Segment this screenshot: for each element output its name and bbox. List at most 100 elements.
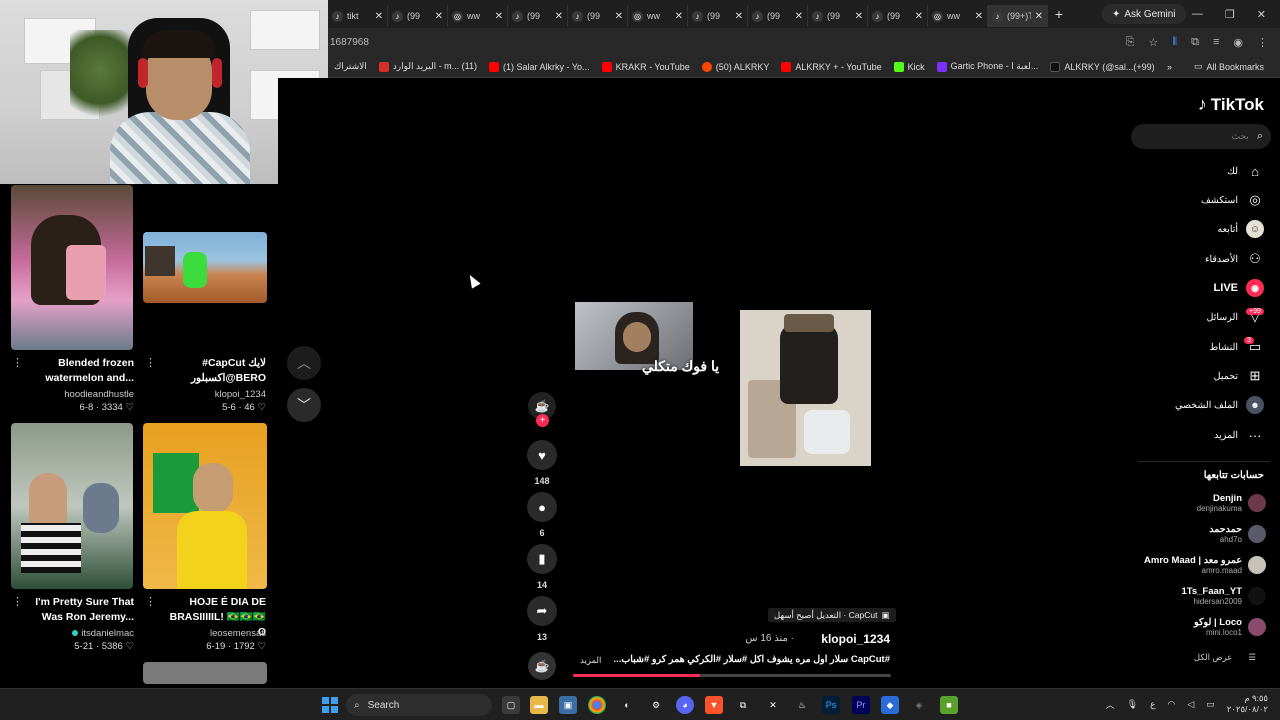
video-player[interactable]: [328, 78, 1130, 688]
video-thumbnail[interactable]: [11, 185, 133, 350]
search-icon[interactable]: ⌕: [1257, 130, 1263, 143]
ask-gemini-button[interactable]: ✦ Ask Gemini: [1102, 4, 1186, 24]
video-progress-bar[interactable]: [573, 674, 891, 677]
battery-icon[interactable]: ▭: [1206, 699, 1215, 710]
taskbar-search[interactable]: ⌕ Search: [346, 694, 492, 716]
browser-tab[interactable]: ♪ (99 ✕: [748, 5, 808, 27]
close-window-icon[interactable]: ✕: [1257, 8, 1266, 21]
card-title[interactable]: #CapCut لايك اكسبلور@BERO: [160, 356, 266, 386]
premiere-icon[interactable]: Pr: [852, 696, 870, 714]
followed-account[interactable]: لوكو | Loco mini.loco1: [1194, 617, 1266, 637]
nav-explore[interactable]: ◎ استكشف: [1201, 191, 1264, 209]
close-icon[interactable]: ✕: [375, 11, 383, 22]
new-tab-button[interactable]: +: [1048, 6, 1070, 22]
discord-icon[interactable]: ◕: [676, 696, 694, 714]
restore-icon[interactable]: ❐: [1225, 8, 1235, 21]
brave-icon[interactable]: ▼: [705, 696, 723, 714]
settings-gear-icon[interactable]: ⚙: [647, 696, 665, 714]
install-app-icon[interactable]: ⎘: [1126, 36, 1135, 49]
search-input[interactable]: بحث ⌕: [1131, 124, 1271, 149]
more-options-icon[interactable]: ⋮: [12, 595, 23, 608]
bookmark-item[interactable]: Kick: [888, 61, 931, 72]
next-video-button[interactable]: ﹀: [287, 388, 321, 422]
close-icon[interactable]: ✕: [915, 11, 923, 22]
browser-tab[interactable]: ♪ tikt ✕: [328, 5, 388, 27]
close-icon[interactable]: ✕: [495, 11, 503, 22]
nav-friends[interactable]: ⚇ الأصدقاء: [1205, 250, 1264, 268]
video-thumbnail[interactable]: [143, 423, 267, 589]
card-username[interactable]: klopoi_1234: [160, 389, 266, 400]
followed-account[interactable]: Denjin denjinakuma: [1197, 493, 1266, 513]
close-icon[interactable]: ✕: [435, 11, 443, 22]
bookmark-item[interactable]: (50) ALKRKY: [696, 61, 776, 72]
capture-icon[interactable]: ⧉: [734, 696, 752, 714]
like-button[interactable]: ♥: [527, 440, 557, 470]
photoshop-icon[interactable]: Ps: [822, 696, 840, 714]
close-icon[interactable]: ✕: [675, 11, 683, 22]
nav-for-you[interactable]: ⌂ لك: [1227, 162, 1264, 180]
all-bookmarks-button[interactable]: ▭ All Bookmarks: [1188, 61, 1270, 72]
close-icon[interactable]: ✕: [975, 11, 983, 22]
share-button[interactable]: ➦: [527, 596, 557, 626]
obs-icon[interactable]: ◐: [618, 696, 636, 714]
music-disc-icon[interactable]: ☕: [528, 652, 556, 680]
bookmark-star-icon[interactable]: ☆: [1148, 36, 1158, 49]
nav-live[interactable]: ◉ LIVE: [1214, 279, 1264, 297]
video-thumbnail[interactable]: [143, 662, 267, 684]
minimize-icon[interactable]: —: [1192, 8, 1203, 21]
browser-tab[interactable]: ◎ ww ✕: [448, 5, 508, 27]
clock[interactable]: ٩:٥٥ م ٢٠٢٥/٠٨/٠٢: [1227, 693, 1268, 715]
browser-tab-active[interactable]: ♪ (99+)Ti ✕: [988, 5, 1048, 27]
windows-start-icon[interactable]: [322, 697, 338, 713]
file-explorer-icon[interactable]: ▬: [530, 696, 548, 714]
browser-tab[interactable]: ♪ (99 ✕: [868, 5, 928, 27]
more-link[interactable]: المزيد: [580, 655, 601, 666]
chrome-icon[interactable]: [588, 696, 606, 714]
browser-tab[interactable]: ♪ (99 ✕: [808, 5, 868, 27]
bookmark-item[interactable]: ALKRKY (@sal...(+99): [1044, 61, 1160, 72]
video-author[interactable]: klopoi_1234: [821, 632, 890, 646]
browser-tab[interactable]: ♪ (99 ✕: [508, 5, 568, 27]
puzzle-icon[interactable]: ⧉: [1191, 36, 1199, 49]
extension-icon[interactable]: ⦀: [1172, 36, 1177, 49]
follow-plus-icon[interactable]: +: [536, 414, 549, 427]
profile-avatar-icon[interactable]: ◉: [1233, 36, 1243, 49]
comment-button[interactable]: ●: [527, 492, 557, 522]
close-icon[interactable]: ✕: [555, 11, 563, 22]
video-thumbnail[interactable]: [11, 423, 133, 589]
close-icon[interactable]: ✕: [855, 11, 863, 22]
volume-icon[interactable]: ◁: [1187, 699, 1194, 710]
task-view-icon[interactable]: ▢: [502, 696, 520, 714]
store-icon[interactable]: ▣: [559, 696, 577, 714]
menu-icon[interactable]: ⋮: [1257, 36, 1268, 49]
chevron-up-icon[interactable]: ︿: [1106, 698, 1115, 711]
bookmark-item[interactable]: KRAKR - YouTube: [596, 61, 696, 72]
more-options-icon[interactable]: ⋮: [145, 356, 156, 369]
see-all-button[interactable]: ☰ عرض الكل: [1194, 652, 1256, 663]
card-username-row[interactable]: itsdanielmac: [30, 628, 134, 639]
browser-tab[interactable]: ♪ (99 ✕: [568, 5, 628, 27]
chevron-right-icon[interactable]: »: [1167, 62, 1172, 72]
nav-upload[interactable]: ⊞ تحميل: [1214, 367, 1264, 385]
nav-following[interactable]: ☺ أتابعه: [1218, 220, 1264, 238]
nav-more[interactable]: ··· المزيد: [1214, 426, 1264, 444]
capcut-app-icon[interactable]: ✕: [764, 696, 782, 714]
input-language[interactable]: ع: [1150, 699, 1155, 710]
close-icon[interactable]: ✕: [795, 11, 803, 22]
minecraft-icon[interactable]: ■: [940, 696, 958, 714]
close-icon[interactable]: ✕: [735, 11, 743, 22]
card-username[interactable]: hoodieandhustle: [30, 389, 134, 400]
browser-tab[interactable]: ◎ ww ✕: [628, 5, 688, 27]
microphone-icon[interactable]: 🎙: [1127, 699, 1138, 710]
wifi-icon[interactable]: ◠: [1167, 699, 1175, 710]
save-button[interactable]: ▮: [527, 544, 557, 574]
browser-tab[interactable]: ◎ ww ✕: [928, 5, 988, 27]
bookmark-item[interactable]: ALKRKY + - YouTube: [775, 61, 887, 72]
bookmark-item[interactable]: الاشتراك: [328, 61, 373, 72]
card-title[interactable]: Blended frozen watermelon and...: [30, 356, 134, 386]
browser-tab[interactable]: ♪ (99 ✕: [388, 5, 448, 27]
app-icon[interactable]: ◈: [910, 696, 928, 714]
capcut-tag[interactable]: ▣ CapCut · التعديل أصبح أسهل: [768, 608, 896, 622]
video-thumbnail[interactable]: [143, 232, 267, 303]
tiktok-logo[interactable]: ♪ TikTok: [1198, 94, 1264, 115]
